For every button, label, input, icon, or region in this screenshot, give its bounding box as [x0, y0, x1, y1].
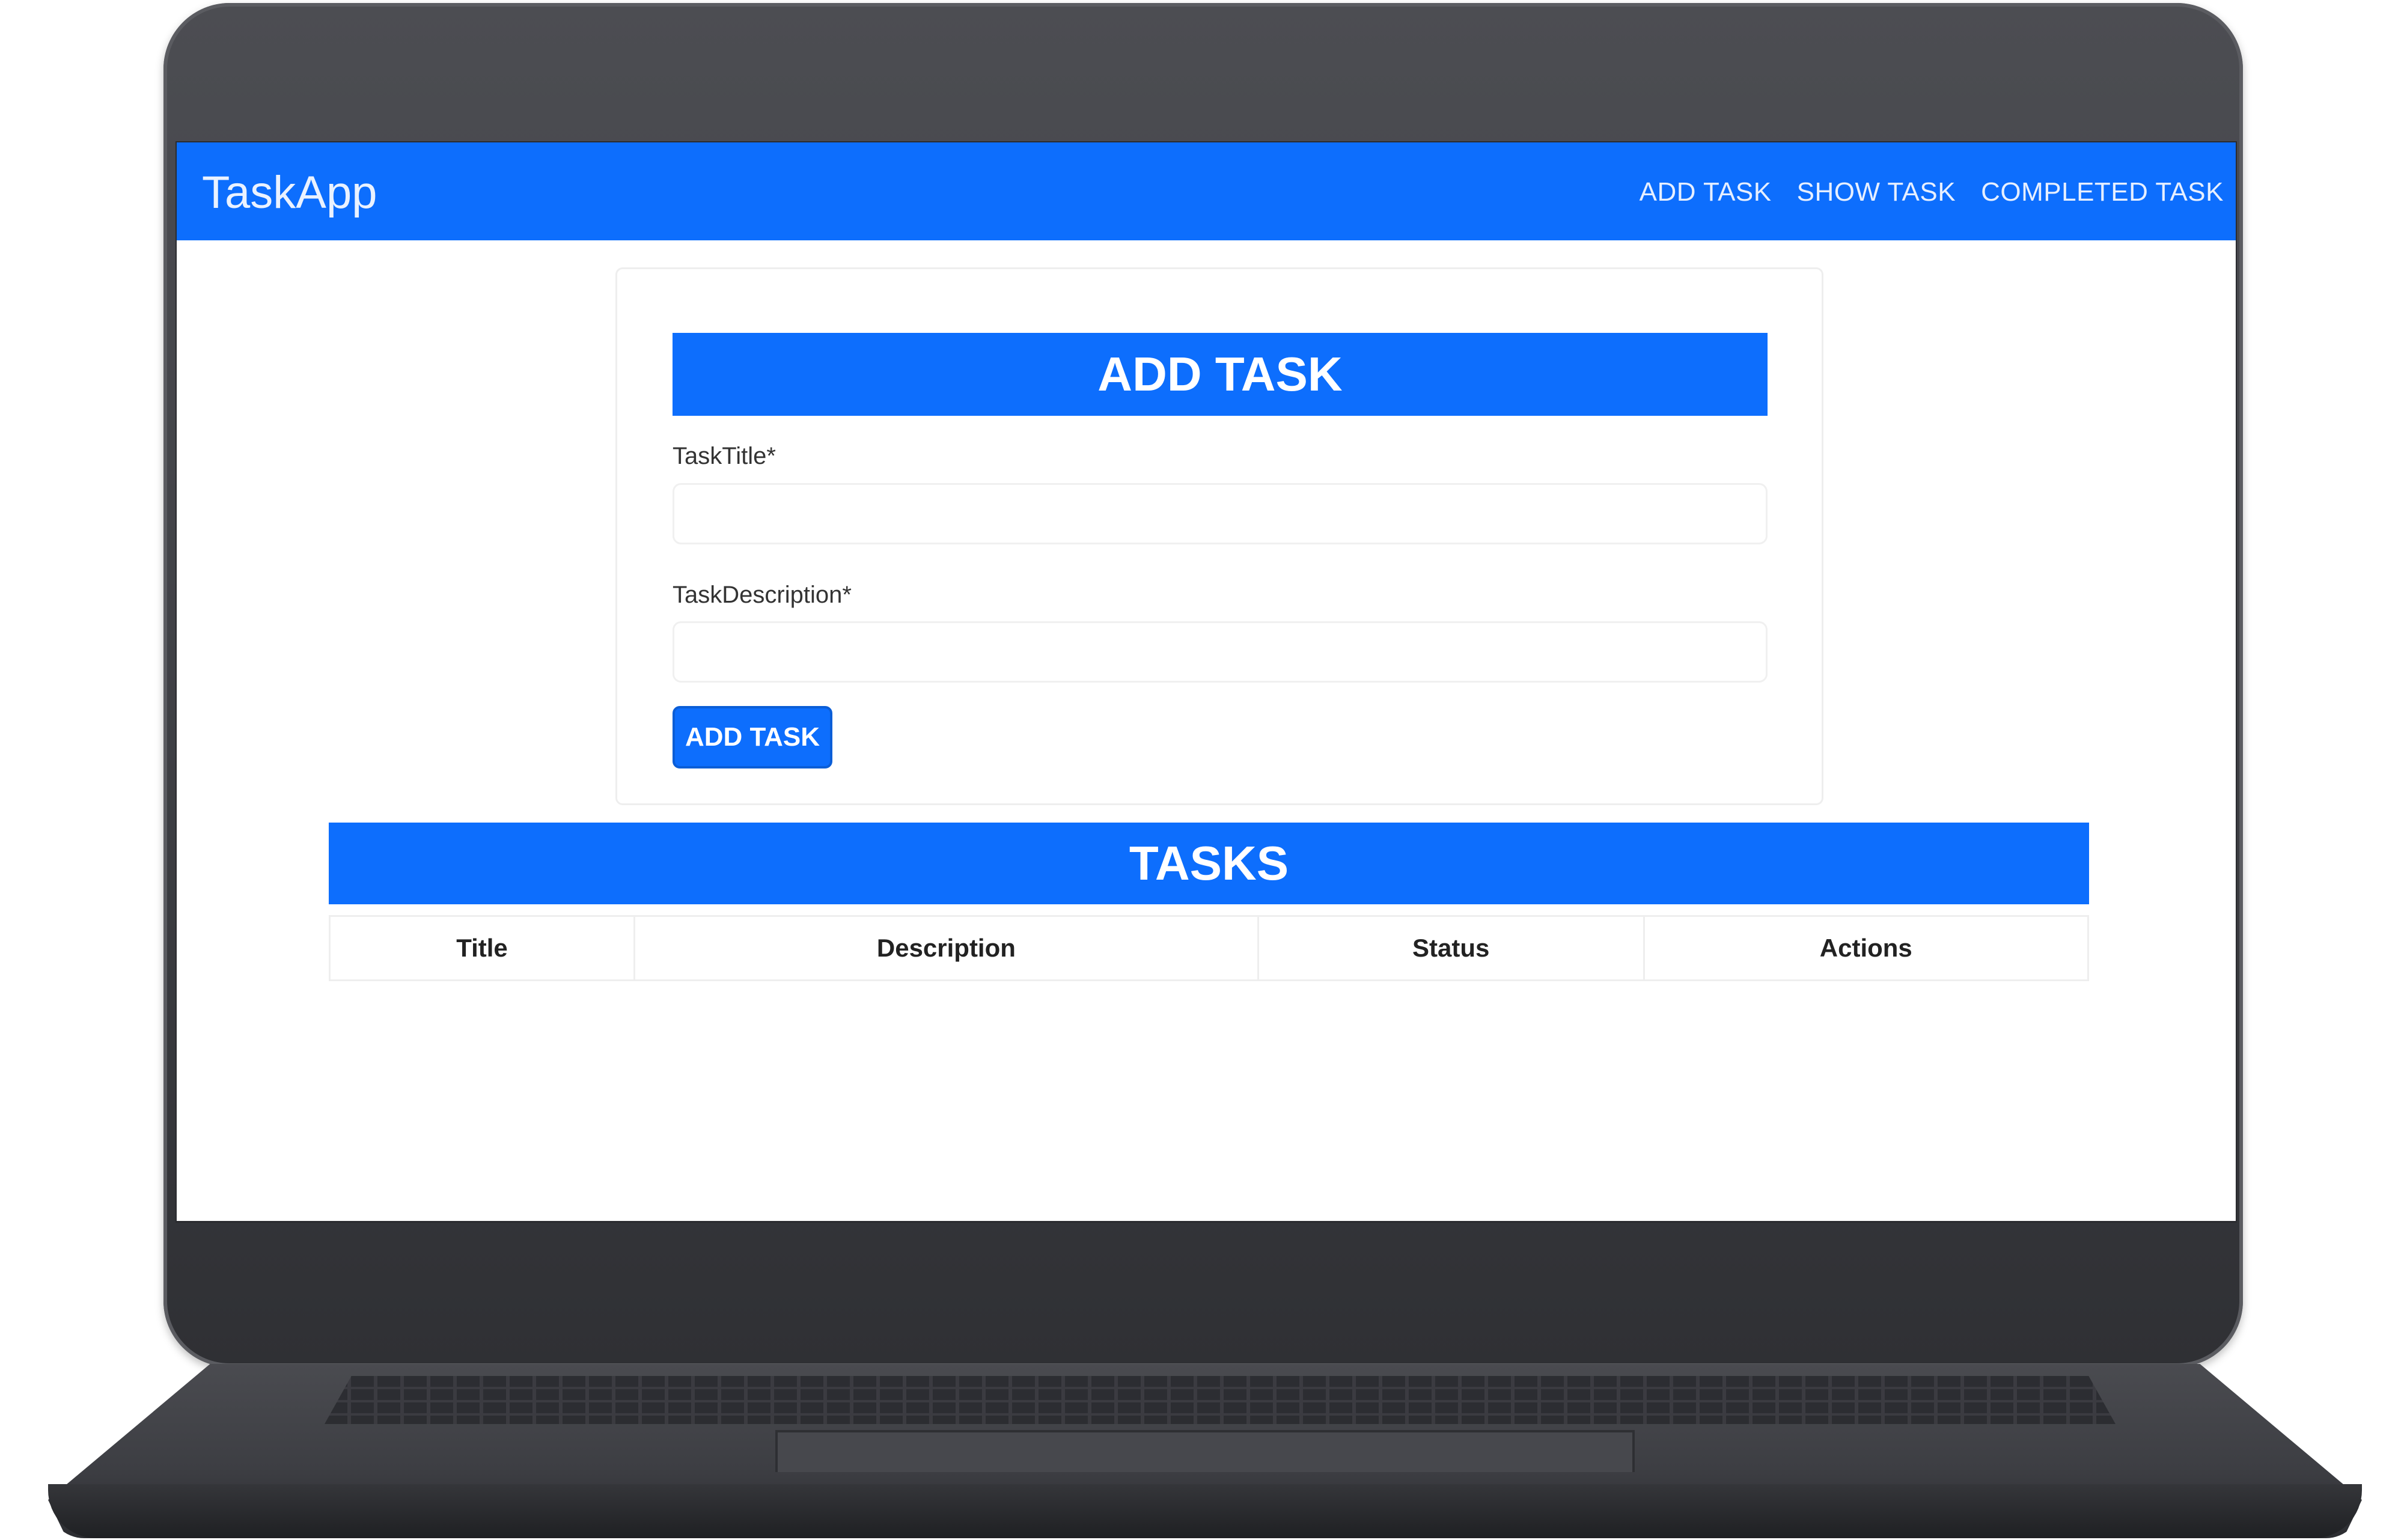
- nav-links: ADD TASK SHOW TASK COMPLETED TASK: [1640, 177, 2224, 207]
- brand-logo[interactable]: TaskApp: [202, 166, 377, 219]
- tasks-heading: TASKS: [329, 823, 2089, 904]
- column-header-actions: Actions: [1819, 934, 1912, 962]
- nav-link-completed-task[interactable]: COMPLETED TASK: [1981, 177, 2224, 207]
- task-description-label: TaskDescription*: [673, 582, 852, 608]
- column-header-description: Description: [635, 917, 1259, 979]
- add-task-button[interactable]: ADD TASK: [673, 706, 832, 768]
- task-title-label: TaskTitle*: [673, 443, 776, 469]
- navbar: TaskApp ADD TASK SHOW TASK COMPLETED TAS…: [177, 142, 2236, 240]
- task-title-input[interactable]: [673, 483, 1768, 544]
- nav-link-add-task[interactable]: ADD TASK: [1640, 177, 1772, 207]
- laptop-base-edge: [48, 1484, 2362, 1538]
- column-header-status: Status: [1259, 917, 1645, 979]
- add-task-heading: ADD TASK: [673, 333, 1768, 416]
- keyboard: [325, 1376, 2116, 1424]
- column-header-title: Title: [331, 917, 635, 979]
- add-task-card: ADD TASK TaskTitle* TaskDescription* ADD…: [615, 267, 1823, 805]
- app-screen: TaskApp ADD TASK SHOW TASK COMPLETED TAS…: [177, 142, 2236, 1221]
- task-description-input[interactable]: [673, 621, 1768, 683]
- tasks-table-header: Title Description Status Actions: [329, 915, 2089, 981]
- nav-link-show-task[interactable]: SHOW TASK: [1797, 177, 1956, 207]
- trackpad: [775, 1430, 1635, 1472]
